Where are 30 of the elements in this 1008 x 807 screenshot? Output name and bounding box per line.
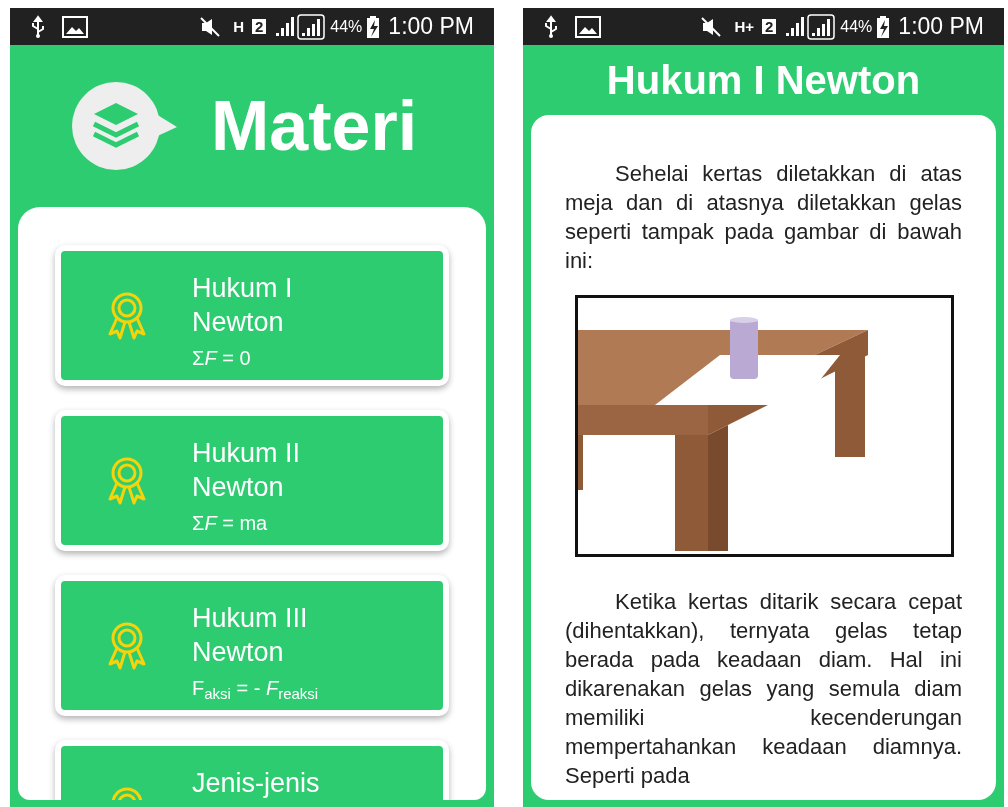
signal-icon <box>274 13 327 40</box>
sim-slot: 2 <box>761 19 777 34</box>
clock: 1:00 PM <box>388 12 474 42</box>
battery-percent: 44% <box>330 16 363 37</box>
lesson-title: Hukum II Newton <box>192 437 302 504</box>
formula: F$_{aksi}$ = - F$_{reaksi}$ <box>192 676 320 703</box>
usb-icon <box>543 14 559 39</box>
signal-icon <box>784 13 837 40</box>
battery-charging-icon <box>366 14 381 39</box>
page-title: Materi <box>210 91 418 161</box>
layers-logo-icon <box>70 81 179 171</box>
clock: 1:00 PM <box>898 12 984 42</box>
lesson-title: Hukum I Newton <box>192 272 294 339</box>
usb-icon <box>30 14 46 39</box>
mute-icon <box>700 15 723 38</box>
battery-charging-icon <box>876 14 891 39</box>
network-type: H+ <box>734 19 754 34</box>
lesson-title: Hukum III Newton <box>192 602 309 669</box>
image-icon <box>575 15 601 38</box>
sim-slot: 2 <box>251 19 267 34</box>
paragraph: Ketika kertas ditarik secara cepat (dihentakkan), ternyata gelas tetap berada pada keadaan diam. Hal ini dikarenakan gelas yang semula diam memiliki kecenderungan mempertahankan keadaan diamnya. Seperti pada <box>565 588 962 790</box>
formula: ΣF = ma <box>192 511 269 536</box>
image-icon <box>62 15 88 38</box>
page-title: Hukum I Newton <box>606 57 921 104</box>
paragraph: Sehelai kertas diletakkan di atas meja dan di atasnya diletakkan gelas seperti tampak pada gambar di bawah ini: <box>565 160 962 275</box>
formula: ΣF = 0 <box>192 346 252 371</box>
network-type: H <box>233 19 244 34</box>
lesson-title: Jenis-jenis <box>192 767 321 800</box>
mute-icon <box>199 15 222 38</box>
battery-percent: 44% <box>840 16 873 37</box>
